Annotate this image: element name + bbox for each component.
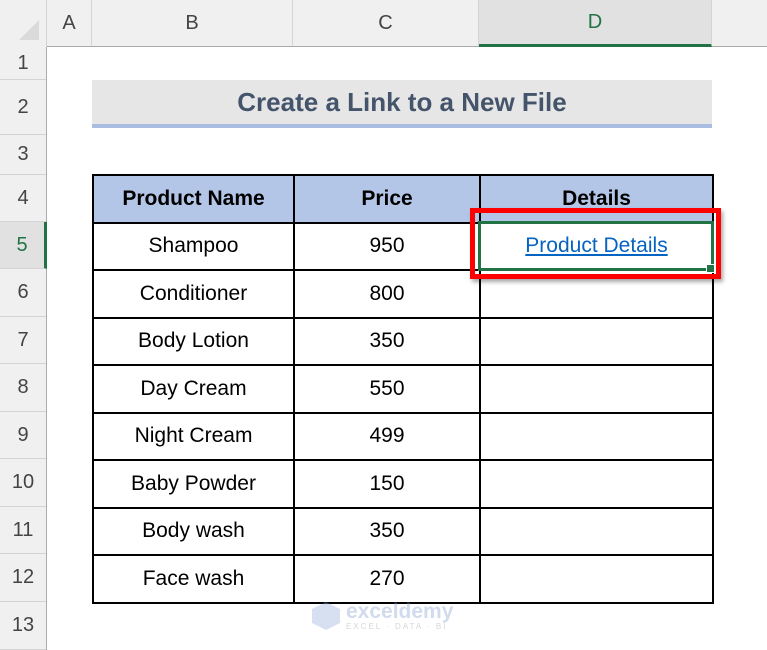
fill-handle[interactable] [706, 264, 715, 273]
row-header-13[interactable]: 13 [0, 602, 46, 650]
sheet-title[interactable]: Create a Link to a New File [92, 80, 712, 128]
watermark: exceldemy EXCEL · DATA · BI [312, 601, 453, 631]
product-name-cell[interactable]: Body wash [92, 506, 295, 556]
row-header-3[interactable]: 3 [0, 135, 46, 175]
price-cell[interactable]: 350 [293, 316, 481, 366]
product-name-cell[interactable]: Body Lotion [92, 316, 295, 366]
price-cell[interactable]: 499 [293, 411, 481, 461]
price-cell[interactable]: 350 [293, 506, 481, 556]
details-cell[interactable] [479, 364, 714, 414]
product-name-cell[interactable]: Baby Powder [92, 459, 295, 509]
select-all-triangle-icon [19, 20, 39, 40]
row-header-11[interactable]: 11 [0, 507, 46, 554]
price-cell[interactable]: 150 [293, 459, 481, 509]
column-header-c[interactable]: C [293, 0, 479, 46]
row-header-1[interactable]: 1 [0, 47, 46, 80]
exceldemy-logo-icon [312, 602, 340, 630]
row-header-9[interactable]: 9 [0, 412, 46, 459]
product-name-cell[interactable]: Conditioner [92, 269, 295, 319]
table-row: Baby Powder 150 [92, 459, 714, 509]
row-header-4[interactable]: 4 [0, 175, 46, 222]
row-header-6[interactable]: 6 [0, 269, 46, 317]
row-header-10[interactable]: 10 [0, 459, 46, 507]
table-row: Face wash 270 [92, 554, 714, 604]
select-all-button[interactable] [0, 0, 47, 47]
row-header-7[interactable]: 7 [0, 317, 46, 364]
details-cell[interactable] [479, 506, 714, 556]
product-details-link[interactable]: Product Details [525, 234, 667, 257]
row-header-8[interactable]: 8 [0, 364, 46, 412]
product-name-cell[interactable]: Night Cream [92, 411, 295, 461]
price-cell[interactable]: 550 [293, 364, 481, 414]
product-name-cell[interactable]: Face wash [92, 554, 295, 604]
table-row: Night Cream 499 [92, 411, 714, 461]
details-cell[interactable]: Product Details [479, 221, 714, 271]
product-name-cell[interactable]: Shampoo [92, 221, 295, 271]
row-header-12[interactable]: 12 [0, 554, 46, 602]
table-row: Day Cream 550 [92, 364, 714, 414]
row-header-5[interactable]: 5 [0, 222, 47, 269]
details-cell[interactable] [479, 269, 714, 319]
table-row: Shampoo 950 Product Details [92, 221, 714, 271]
column-header-b[interactable]: B [92, 0, 293, 46]
details-cell[interactable] [479, 316, 714, 366]
product-name-cell[interactable]: Day Cream [92, 364, 295, 414]
column-header-d[interactable]: D [479, 0, 712, 47]
price-cell[interactable]: 950 [293, 221, 481, 271]
header-details[interactable]: Details [479, 174, 714, 224]
table-row: Body Lotion 350 [92, 316, 714, 366]
table-header-row: Product Name Price Details [92, 174, 714, 224]
details-cell[interactable] [479, 459, 714, 509]
details-cell[interactable] [479, 411, 714, 461]
table-row: Body wash 350 [92, 506, 714, 556]
header-product-name[interactable]: Product Name [92, 174, 295, 224]
watermark-name: exceldemy [346, 600, 454, 623]
product-table: Product Name Price Details Shampoo 950 P… [92, 174, 714, 604]
watermark-tagline: EXCEL · DATA · BI [346, 622, 448, 631]
column-header-a[interactable]: A [47, 0, 92, 46]
header-price[interactable]: Price [293, 174, 481, 224]
row-header-2[interactable]: 2 [0, 80, 46, 135]
table-row: Conditioner 800 [92, 269, 714, 319]
details-cell[interactable] [479, 554, 714, 604]
price-cell[interactable]: 270 [293, 554, 481, 604]
price-cell[interactable]: 800 [293, 269, 481, 319]
